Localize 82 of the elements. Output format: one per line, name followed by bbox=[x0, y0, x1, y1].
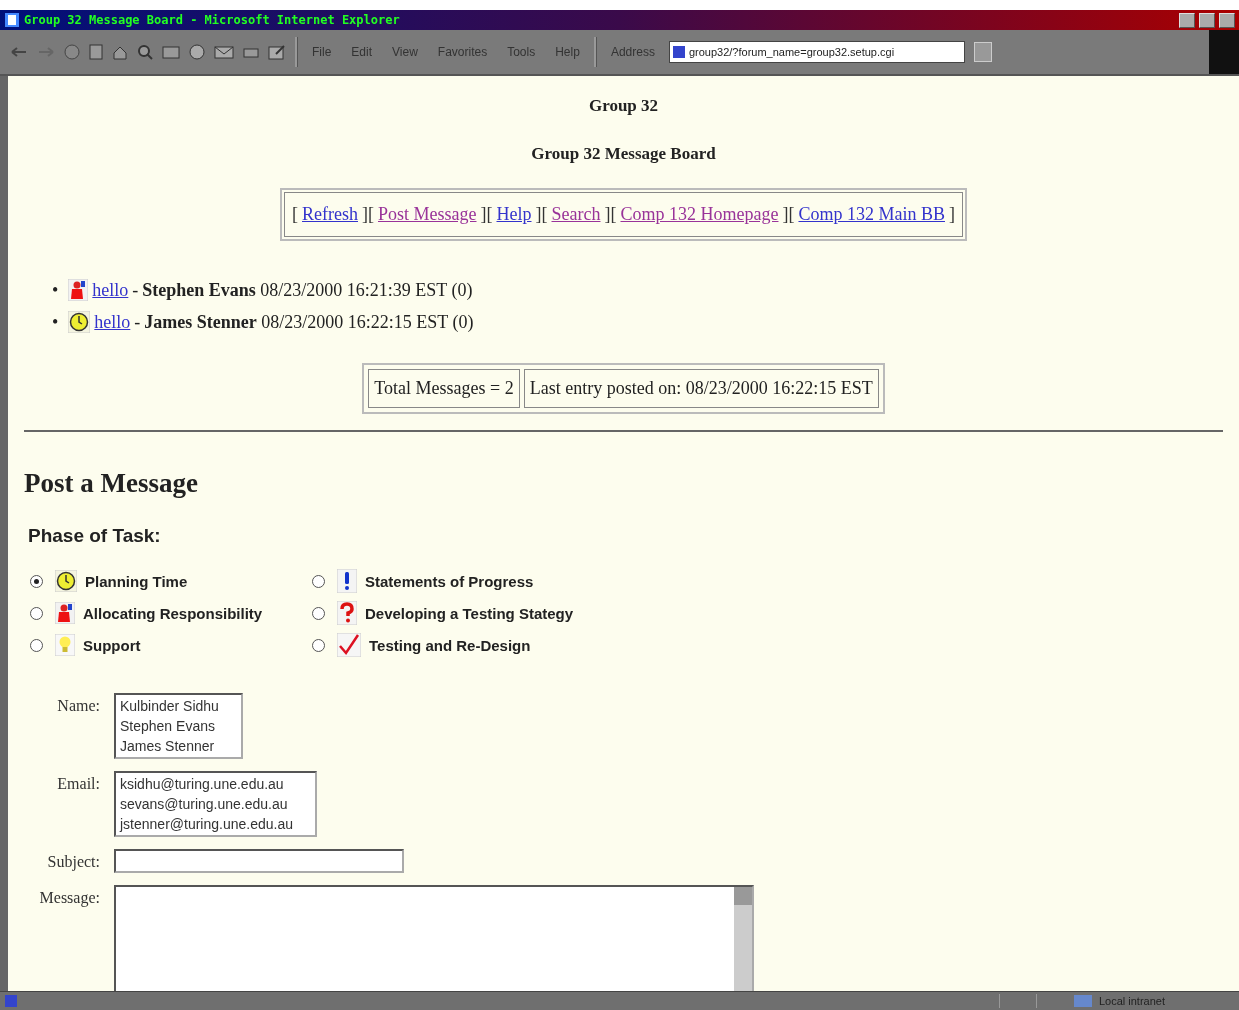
nav-link[interactable]: Post Message bbox=[374, 204, 481, 225]
phase-label: Support bbox=[83, 636, 141, 654]
bracket-text: [ bbox=[292, 204, 298, 225]
dropdown-button[interactable] bbox=[973, 42, 992, 62]
page-icon bbox=[671, 45, 686, 59]
text-area[interactable]: ksidhu@turing.une.edu.au sevans@turing.une.edu.au jstenner@turing.une.edu.au bbox=[114, 771, 317, 837]
address-label: Address bbox=[609, 45, 656, 59]
bracket-text: ] bbox=[949, 204, 955, 225]
checkmark-icon bbox=[337, 633, 361, 657]
post-date: 08/23/2000 16:21:39 EST (0) bbox=[259, 279, 473, 300]
phase-label: Testing and Re-Design bbox=[369, 636, 531, 654]
clock-icon bbox=[55, 570, 77, 592]
home-icon[interactable] bbox=[112, 44, 128, 60]
browser-icon bbox=[4, 12, 20, 28]
post-date: 08/23/2000 16:22:15 EST (0) bbox=[260, 311, 474, 332]
nav-link[interactable]: Refresh bbox=[298, 204, 362, 225]
question-mark-icon bbox=[337, 601, 357, 625]
bracket-text: [ bbox=[486, 204, 493, 225]
bracket-text: ] bbox=[480, 204, 487, 225]
message-link[interactable]: hello bbox=[94, 311, 131, 332]
phase-label: Developing a Testing Stategy bbox=[365, 604, 574, 622]
radio-button[interactable] bbox=[312, 638, 325, 652]
bullet-text: • bbox=[52, 279, 59, 300]
summary-cell: Total Messages = 2 bbox=[368, 369, 520, 408]
nav-link[interactable]: Comp 132 Homepage bbox=[616, 204, 783, 225]
form-heading: Post a Message bbox=[24, 468, 199, 499]
field-label: Email: bbox=[57, 774, 100, 793]
globe-icon[interactable] bbox=[189, 44, 205, 60]
message-field[interactable] bbox=[114, 885, 754, 991]
board-title: Group 32 Message Board bbox=[530, 144, 717, 164]
separator-text: - bbox=[134, 311, 141, 332]
minimize-button[interactable] bbox=[1179, 12, 1195, 28]
nav-link[interactable]: Help bbox=[492, 204, 536, 225]
edit-icon[interactable] bbox=[268, 44, 286, 60]
phase-heading: Phase of Task: bbox=[28, 525, 162, 547]
radio-button[interactable] bbox=[30, 574, 43, 588]
field-label: Message: bbox=[39, 888, 100, 907]
nav-link[interactable]: Comp 132 Main BB bbox=[794, 204, 949, 225]
field-label: Name: bbox=[57, 696, 100, 715]
clock-icon bbox=[68, 310, 91, 333]
nav-link[interactable]: Search bbox=[547, 204, 605, 225]
network-icon bbox=[1072, 994, 1093, 1008]
bracket-text: [ bbox=[610, 204, 617, 225]
author-name: Stephen Evans bbox=[142, 279, 256, 300]
bracket-text: ] bbox=[362, 204, 368, 225]
subject-field[interactable] bbox=[114, 849, 404, 873]
window-title: Group 32 Message Board - Microsoft Internet Explorer bbox=[24, 13, 400, 27]
bracket-text: ] bbox=[604, 204, 611, 225]
separator-text: - bbox=[132, 279, 139, 300]
bracket-text: [ bbox=[788, 204, 795, 225]
text-area[interactable]: Kulbinder Sidhu Stephen Evans James Stenner bbox=[114, 693, 243, 759]
phase-label: Planning Time bbox=[85, 572, 188, 590]
folder-icon[interactable] bbox=[162, 45, 180, 59]
radio-button[interactable] bbox=[312, 606, 325, 620]
radio-button[interactable] bbox=[30, 606, 43, 620]
throbber-panel bbox=[1209, 30, 1239, 74]
author-name: James Stenner bbox=[144, 311, 257, 332]
person-icon bbox=[55, 602, 75, 624]
summary-cell: Last entry posted on: 08/23/2000 16:22:15 EST bbox=[523, 369, 879, 408]
phase-label: Allocating Responsibility bbox=[83, 604, 263, 622]
refresh-icon[interactable] bbox=[89, 44, 103, 60]
bracket-text: [ bbox=[368, 204, 374, 225]
field-label: Subject: bbox=[47, 852, 100, 871]
radio-button[interactable] bbox=[312, 574, 325, 588]
bracket-text: ] bbox=[535, 204, 542, 225]
bullet-text: • bbox=[52, 311, 59, 332]
message-link[interactable]: hello bbox=[92, 279, 129, 300]
page-title: Group 32 bbox=[587, 95, 660, 116]
person-icon bbox=[68, 278, 89, 301]
radio-button[interactable] bbox=[30, 638, 43, 652]
light-bulb-icon bbox=[55, 634, 75, 656]
search-icon[interactable] bbox=[137, 44, 153, 60]
exclamation-icon bbox=[337, 569, 357, 593]
zone-label: Local intranet bbox=[1098, 995, 1166, 1007]
mail-icon[interactable] bbox=[214, 44, 234, 60]
page-icon bbox=[4, 994, 18, 1008]
maximize-button[interactable] bbox=[1199, 12, 1215, 28]
address-field[interactable]: group32/?forum_name=group32.setup.cgi bbox=[668, 41, 965, 63]
bracket-text: [ bbox=[541, 204, 548, 225]
close-button[interactable] bbox=[1219, 12, 1235, 28]
phase-label: Statements of Progress bbox=[365, 572, 534, 590]
bracket-text: ] bbox=[782, 204, 789, 225]
